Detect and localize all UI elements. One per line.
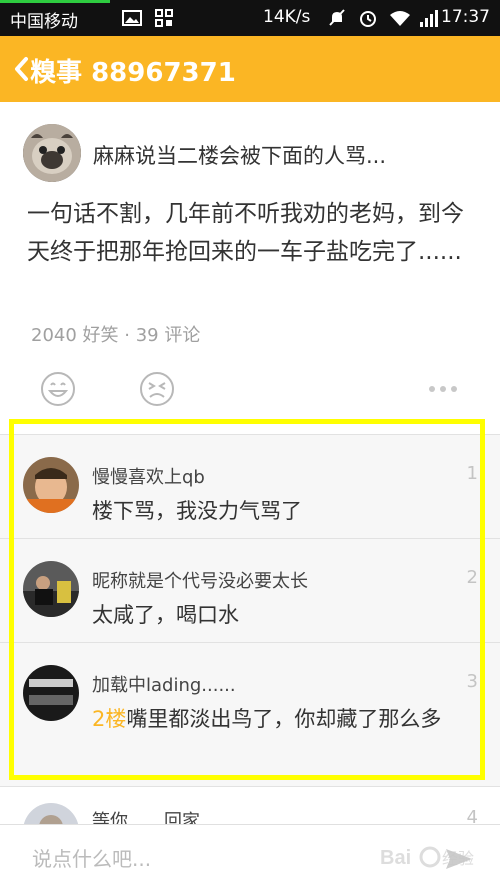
unhappy-face-icon[interactable] <box>138 370 176 408</box>
comment-text: 2楼嘴里都淡出鸟了，你却藏了那么多 <box>92 703 462 735</box>
network-speed: 14K/s <box>263 7 311 27</box>
smile-face-icon[interactable] <box>39 370 77 408</box>
grid-app-icon <box>155 9 173 27</box>
status-bar: 中国移动 14K/s 17:37 <box>0 0 500 36</box>
commenter-avatar[interactable] <box>23 457 79 513</box>
floor-number: 2 <box>466 567 478 588</box>
street-photo-avatar-image <box>23 561 79 617</box>
commenter-name[interactable]: 昵称就是个代号没必要太长 <box>92 567 308 593</box>
floor-number: 3 <box>466 671 478 692</box>
floor-number: 1 <box>466 463 478 484</box>
comment-input[interactable] <box>30 843 414 875</box>
signal-icon <box>420 10 438 27</box>
clock: 17:37 <box>441 7 490 27</box>
app-header: 糗事 88967371 <box>0 36 500 102</box>
post-id: 88967371 <box>91 58 236 88</box>
comment-item[interactable]: 昵称就是个代号没必要太长 太咸了，喝口水 2 <box>0 538 500 643</box>
comment-item[interactable]: 慢慢喜欢上qb 楼下骂，我没力气骂了 1 <box>0 434 500 539</box>
post-stats: 2040 好笑 · 39 评论 <box>31 325 201 346</box>
page-title: 糗事 88967371 <box>30 52 236 89</box>
carrier-name: 中国移动 <box>10 12 78 32</box>
post-content: 一句话不割，几年前不听我劝的老妈，到今天终于把那年抢回来的一车子盐吃完了....… <box>27 201 464 265</box>
svg-text:Bai: Bai <box>380 847 411 869</box>
author-avatar[interactable] <box>23 124 81 182</box>
alarm-icon <box>360 11 376 27</box>
child-avatar-image <box>23 457 79 513</box>
comment-text: 太咸了，喝口水 <box>92 603 239 627</box>
network-activity-bar <box>0 0 110 3</box>
floor-reply-tag[interactable]: 2楼 <box>92 707 126 731</box>
commenter-name[interactable]: 慢慢喜欢上qb <box>92 463 205 489</box>
commenter-avatar[interactable] <box>23 665 79 721</box>
commenter-avatar[interactable] <box>23 561 79 617</box>
commenter-name[interactable]: 加载中lading...... <box>92 671 236 697</box>
svg-text:经验: 经验 <box>442 850 474 868</box>
wifi-icon <box>390 11 410 26</box>
more-options-icon[interactable] <box>428 385 458 393</box>
mute-icon <box>329 9 345 26</box>
comment-item[interactable]: 加载中lading...... 2楼嘴里都淡出鸟了，你却藏了那么多 3 <box>0 642 500 787</box>
comment-text: 楼下骂，我没力气骂了 <box>92 499 302 523</box>
baidu-jingyan-watermark-logo: Bai 经验 <box>380 846 474 869</box>
pug-avatar-image <box>23 124 81 182</box>
back-label[interactable]: 糗事 <box>30 58 82 88</box>
comment-text-body: 嘴里都淡出鸟了，你却藏了那么多 <box>126 707 442 731</box>
post-author[interactable]: 麻麻说当二楼会被下面的人骂... <box>93 140 386 170</box>
badge-avatar-image <box>23 665 79 721</box>
image-icon <box>122 10 142 26</box>
